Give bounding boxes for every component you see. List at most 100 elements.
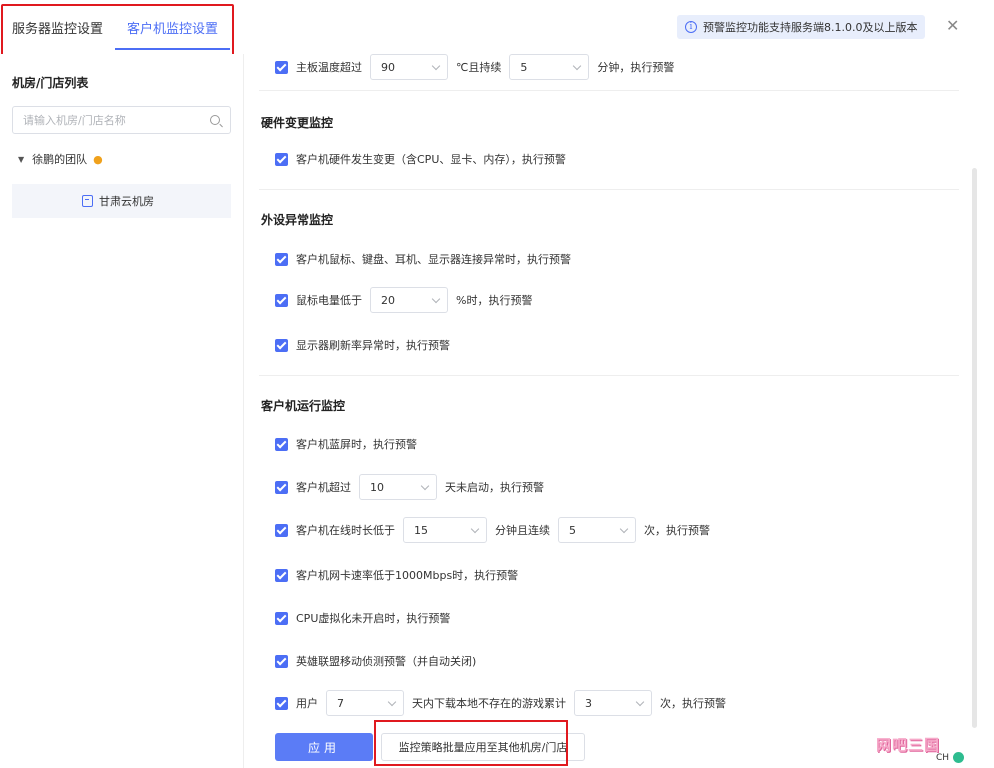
hardware-change-label: 客户机硬件发生变更（含CPU、显卡、内存），执行预警 bbox=[296, 153, 566, 166]
not-started-value: 10 bbox=[370, 480, 384, 494]
cpu-virt-label: CPU虚拟化未开启时，执行预警 bbox=[296, 612, 451, 625]
section-title-runtime: 客户机运行监控 bbox=[261, 399, 346, 413]
room-icon bbox=[82, 195, 93, 207]
team-label: 徐鹏的团队 bbox=[32, 153, 88, 166]
game-download-label: 用户 bbox=[296, 697, 318, 710]
section-title-hardware: 硬件变更监控 bbox=[261, 116, 334, 130]
tab-server-monitor[interactable]: 服务器监控设置 bbox=[0, 6, 115, 54]
online-time-suffix: 次，执行预警 bbox=[644, 524, 710, 537]
setting-board-temp: 主板温度超过 90 ℃且持续 5 分钟，执行预警 bbox=[275, 54, 674, 80]
divider bbox=[259, 90, 959, 91]
bluescreen-label: 客户机蓝屏时，执行预警 bbox=[296, 438, 417, 451]
board-temp-label: 主板温度超过 bbox=[296, 61, 362, 74]
tree-item-team[interactable]: ▼ 徐鹏的团队 ● bbox=[18, 151, 103, 167]
lol-detect-label: 英雄联盟移动侦测预警（并自动关闭) bbox=[296, 655, 477, 668]
game-download-mid: 天内下载本地不存在的游戏累计 bbox=[412, 697, 566, 710]
online-time-value: 15 bbox=[414, 523, 428, 537]
tab-bar: 服务器监控设置 客户机监控设置 bbox=[0, 6, 231, 60]
board-temp-value: 90 bbox=[381, 60, 395, 74]
room-search-input[interactable] bbox=[23, 113, 210, 127]
setting-bluescreen: 客户机蓝屏时，执行预警 bbox=[275, 436, 417, 452]
divider bbox=[259, 375, 959, 376]
room-sidebar: 机房/门店列表 ▼ 徐鹏的团队 ● 甘肃云机房 bbox=[0, 54, 244, 768]
sidebar-title: 机房/门店列表 bbox=[12, 76, 89, 90]
not-started-label: 客户机超过 bbox=[296, 481, 351, 494]
game-download-checkbox[interactable] bbox=[275, 696, 288, 710]
system-tray: CH bbox=[936, 752, 968, 763]
refresh-rate-checkbox[interactable] bbox=[275, 338, 288, 352]
hardware-change-checkbox[interactable] bbox=[275, 152, 288, 166]
setting-cpu-virt: CPU虚拟化未开启时，执行预警 bbox=[275, 610, 450, 626]
watermark-logo: 网吧三国 bbox=[876, 736, 941, 754]
setting-refresh-rate: 显示器刷新率异常时，执行预警 bbox=[275, 337, 450, 353]
peripheral-conn-checkbox[interactable] bbox=[275, 252, 288, 266]
setting-nic-speed: 客户机网卡速率低于1000Mbps时，执行预警 bbox=[275, 567, 518, 583]
setting-mouse-battery: 鼠标电量低于 20 %时，执行预警 bbox=[275, 287, 532, 313]
bluescreen-checkbox[interactable] bbox=[275, 437, 288, 451]
room-search bbox=[12, 106, 231, 134]
setting-not-started: 客户机超过 10 天未启动，执行预警 bbox=[275, 474, 544, 500]
setting-lol-detect: 英雄联盟移动侦测预警（并自动关闭) bbox=[275, 653, 476, 669]
lol-detect-checkbox[interactable] bbox=[275, 654, 288, 668]
mouse-battery-checkbox[interactable] bbox=[275, 293, 288, 307]
tree-item-room[interactable]: 甘肃云机房 bbox=[12, 184, 231, 218]
online-time-count-select[interactable]: 5 bbox=[558, 517, 636, 543]
not-started-checkbox[interactable] bbox=[275, 480, 288, 494]
caret-down-icon[interactable]: ▼ bbox=[18, 155, 24, 164]
notice-text: 预警监控功能支持服务端8.1.0.0及以上版本 bbox=[703, 21, 918, 34]
mouse-battery-label: 鼠标电量低于 bbox=[296, 294, 362, 307]
nic-speed-checkbox[interactable] bbox=[275, 568, 288, 582]
setting-game-download: 用户 7 天内下载本地不存在的游戏累计 3 次，执行预警 bbox=[275, 690, 726, 716]
setting-online-time: 客户机在线时长低于 15 分钟且连续 5 次，执行预警 bbox=[275, 517, 710, 543]
online-time-count-value: 5 bbox=[569, 523, 576, 537]
version-notice: i 预警监控功能支持服务端8.1.0.0及以上版本 bbox=[677, 15, 926, 39]
scrollbar[interactable] bbox=[972, 168, 977, 728]
not-started-suffix: 天未启动，执行预警 bbox=[445, 481, 544, 494]
tray-app-icon[interactable] bbox=[953, 752, 965, 763]
client-monitor-settings: 主板温度超过 90 ℃且持续 5 分钟，执行预警 硬件变更监控 客户机硬件发生变… bbox=[245, 54, 994, 768]
mouse-battery-value: 20 bbox=[381, 293, 395, 307]
game-download-value: 7 bbox=[337, 696, 344, 710]
board-temp-duration-value: 5 bbox=[520, 60, 528, 74]
batch-apply-button[interactable]: 监控策略批量应用至其他机房/门店 bbox=[381, 733, 585, 761]
online-time-mid: 分钟且连续 bbox=[495, 524, 550, 537]
chevron-down-icon bbox=[420, 481, 430, 490]
game-download-count-value: 3 bbox=[585, 696, 592, 710]
chevron-down-icon bbox=[387, 697, 397, 706]
peripheral-conn-label: 客户机鼠标、键盘、耳机、显示器连接异常时，执行预警 bbox=[296, 253, 571, 266]
section-title-peripheral: 外设异常监控 bbox=[261, 213, 334, 227]
board-temp-suffix: 分钟，执行预警 bbox=[597, 61, 675, 74]
game-download-suffix: 次，执行预警 bbox=[660, 697, 726, 710]
top-bar: 服务器监控设置 客户机监控设置 i 预警监控功能支持服务端8.1.0.0及以上版… bbox=[0, 0, 994, 58]
chevron-down-icon bbox=[431, 294, 441, 303]
game-download-select[interactable]: 7 bbox=[326, 690, 404, 716]
game-download-count-select[interactable]: 3 bbox=[574, 690, 652, 716]
ime-indicator[interactable]: CH bbox=[936, 753, 949, 763]
chevron-down-icon bbox=[431, 61, 441, 70]
board-temp-select[interactable]: 90 bbox=[370, 54, 448, 80]
online-time-checkbox[interactable] bbox=[275, 523, 288, 537]
board-temp-unit: ℃且持续 bbox=[456, 61, 502, 74]
chevron-down-icon bbox=[635, 697, 645, 706]
user-icon: ● bbox=[93, 152, 103, 166]
chevron-down-icon bbox=[573, 61, 582, 70]
search-icon[interactable] bbox=[210, 115, 220, 125]
setting-hardware-change: 客户机硬件发生变更（含CPU、显卡、内存），执行预警 bbox=[275, 151, 566, 167]
room-label: 甘肃云机房 bbox=[99, 195, 154, 208]
tab-client-monitor[interactable]: 客户机监控设置 bbox=[115, 6, 231, 50]
refresh-rate-label: 显示器刷新率异常时，执行预警 bbox=[296, 339, 450, 352]
not-started-select[interactable]: 10 bbox=[359, 474, 437, 500]
info-icon: i bbox=[685, 21, 697, 33]
close-icon[interactable]: ✕ bbox=[946, 16, 959, 35]
board-temp-checkbox[interactable] bbox=[275, 60, 288, 74]
chevron-down-icon bbox=[470, 524, 480, 533]
divider bbox=[259, 189, 959, 190]
online-time-select[interactable]: 15 bbox=[403, 517, 487, 543]
mouse-battery-select[interactable]: 20 bbox=[370, 287, 448, 313]
cpu-virt-checkbox[interactable] bbox=[275, 611, 288, 625]
mouse-battery-suffix: %时，执行预警 bbox=[456, 294, 533, 307]
nic-speed-label: 客户机网卡速率低于1000Mbps时，执行预警 bbox=[296, 569, 519, 582]
apply-button[interactable]: 应用 bbox=[275, 733, 373, 761]
board-temp-duration-select[interactable]: 5 bbox=[509, 54, 590, 80]
chevron-down-icon bbox=[619, 524, 629, 533]
